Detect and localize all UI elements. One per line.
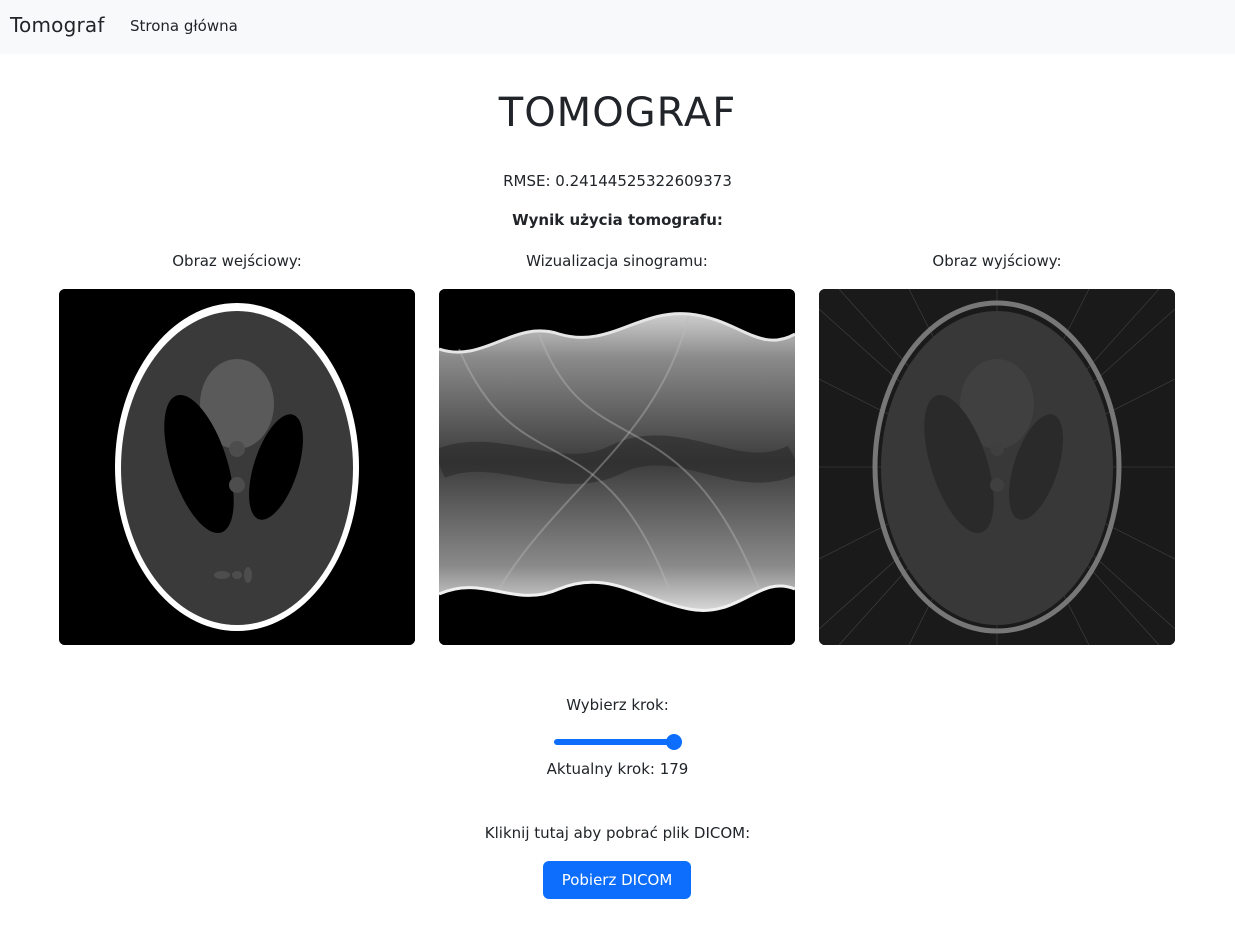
input-image	[59, 289, 415, 645]
slider-thumb[interactable]	[666, 734, 682, 750]
download-label: Kliknij tutaj aby pobrać plik DICOM:	[484, 824, 751, 842]
sinogram-label: Wizualizacja sinogramu:	[526, 252, 708, 270]
result-heading: Wynik użycia tomografu:	[512, 211, 723, 229]
current-step: Aktualny krok: 179	[546, 760, 689, 778]
output-image	[819, 289, 1175, 645]
output-image-label: Obraz wyjściowy:	[932, 252, 1062, 270]
input-image-label: Obraz wejściowy:	[172, 252, 302, 270]
slider-track[interactable]	[554, 739, 680, 745]
download-dicom-button[interactable]: Pobierz DICOM	[543, 861, 691, 899]
navbar-brand[interactable]: Tomograf	[10, 13, 105, 37]
sinogram-image	[439, 289, 795, 645]
navbar: Tomograf Strona główna	[0, 0, 1235, 54]
page-title: TOMOGRAF	[498, 90, 737, 136]
step-slider[interactable]	[554, 734, 682, 750]
rmse-value: RMSE: 0.24144525322609373	[503, 172, 732, 190]
step-label: Wybierz krok:	[566, 696, 669, 714]
nav-link-home[interactable]: Strona główna	[130, 17, 238, 35]
